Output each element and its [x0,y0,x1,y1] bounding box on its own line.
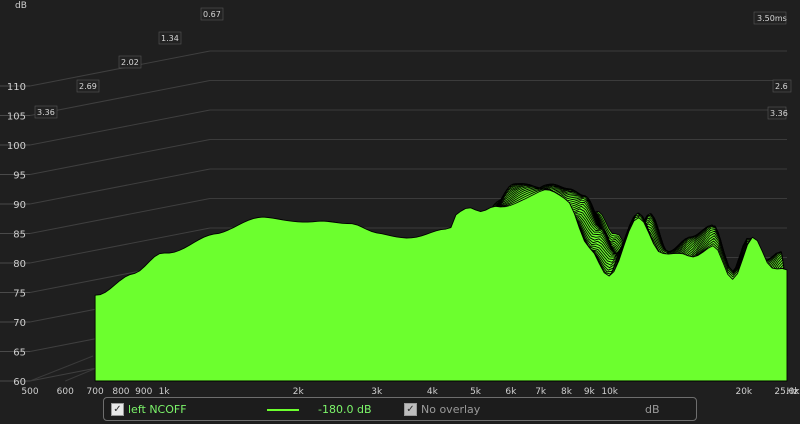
waterfall-plot[interactable]: 6065707580859095100105110dB500 600 700 800 9… [0,0,800,395]
x-unit-label: Hz [787,387,799,395]
right-marker-label: 2.6 [775,82,788,91]
y-tick-label: 80 [13,259,26,270]
x-tick-label: 7k [535,387,547,395]
time-end-label: 3.50ms [757,14,787,23]
right-marker-label: 3.36 [770,109,788,118]
y-unit-label: dB [15,1,27,11]
x-tick-label: 8k [561,387,573,395]
x-tick-label: 2k [293,387,305,395]
y-tick-label: 110 [7,82,26,93]
overlay-label[interactable]: No overlay [421,403,480,416]
time-tick-label: 2.02 [121,58,139,67]
x-tick-label: 900 [135,387,152,395]
time-tick-label: 1.34 [161,34,179,43]
x-tick-label: 700 [87,387,104,395]
series-label[interactable]: left NCOFF [128,403,187,416]
y-tick-label: 90 [13,200,26,211]
x-tick-label: 10k [601,387,618,395]
x-tick-label: 4k [427,387,439,395]
x-tick-label: 600 [57,387,74,395]
y-tick-label: 75 [13,289,26,300]
y-tick-label: 100 [7,141,26,152]
y-tick-label: 105 [7,112,26,123]
y-tick-label: 65 [13,348,26,359]
series-color-swatch [267,409,299,411]
overlay-checkbox[interactable]: ✓ [404,403,417,416]
floor-value[interactable]: -180.0 dB [318,403,372,416]
x-tick-label: 9k [584,387,596,395]
legend-bar: ✓ left NCOFF -180.0 dB ✓ No overlay dB [103,397,697,421]
y-tick-label: 70 [13,318,26,329]
time-tick-label: 0.67 [203,10,221,19]
x-tick-label: 20k [735,387,752,395]
x-tick-label: 6k [505,387,517,395]
x-tick-label: 500 [21,387,38,395]
time-tick-label: 3.36 [37,108,55,117]
x-tick-label: 800 [112,387,129,395]
unit-label: dB [645,403,660,416]
y-tick-label: 85 [13,230,26,241]
x-tick-label: 1k [159,387,171,395]
series-checkbox[interactable]: ✓ [111,403,124,416]
x-tick-label: 5k [470,387,482,395]
y-tick-label: 95 [13,171,26,182]
x-tick-label: 3k [371,387,383,395]
time-tick-label: 2.69 [79,82,97,91]
